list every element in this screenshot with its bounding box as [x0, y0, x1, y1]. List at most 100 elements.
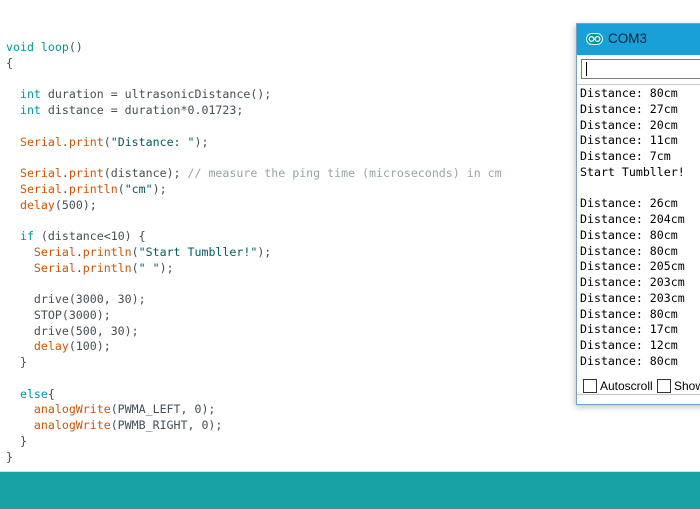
code-line: Serial.print("Distance: "); — [6, 135, 502, 151]
serial-monitor-footer: Autoscroll Show — [577, 374, 700, 402]
code-token: delay — [33, 339, 69, 354]
code-line: Serial.println("Start Tumbller!"); — [6, 245, 502, 261]
code-token: } — [6, 449, 13, 464]
code-token: ( — [103, 134, 111, 149]
status-bar — [0, 472, 700, 509]
code-token: ); — [194, 134, 209, 149]
serial-output-lines: Distance: 80cm Distance: 27cm Distance: 20… — [580, 86, 685, 370]
code-token: drive(500, 30); — [6, 323, 139, 338]
code-token: "Start Tumbller!" — [138, 244, 258, 259]
code-token: println — [68, 181, 118, 196]
code-line: analogWrite(PWMA_LEFT, 0); — [6, 402, 502, 418]
code-token: Serial — [33, 260, 76, 275]
code-token: " " — [138, 260, 160, 275]
code-token: ); — [152, 181, 167, 196]
code-token: ); — [257, 244, 272, 259]
code-token: drive(3000, 30); — [6, 292, 146, 306]
serial-monitor-titlebar[interactable]: COM3 — [577, 24, 700, 55]
serial-output-line: Distance: 26cm — [580, 196, 678, 211]
code-line: if (distance<10) { — [6, 229, 502, 245]
code-token: ( — [131, 260, 139, 275]
code-line: } — [6, 434, 502, 450]
code-token: (distance); — [103, 166, 188, 180]
code-token: (PWMA_LEFT, 0); — [110, 402, 216, 417]
serial-output-line: Distance: 203cm — [580, 290, 685, 305]
serial-output-line: Start Tumbller! — [580, 164, 685, 179]
serial-output-line: Distance: 80cm — [580, 306, 678, 321]
serial-output-line: Distance: 204cm — [580, 212, 685, 226]
code-lines: void loop(){ int duration = ultrasonicDi… — [6, 40, 502, 465]
code-token: (500); — [54, 197, 97, 212]
code-token: print — [68, 134, 104, 149]
send-input[interactable] — [581, 59, 700, 79]
window-title: COM3 — [608, 31, 648, 46]
code-line: void loop() — [6, 40, 502, 56]
show-timestamp-label: Show — [674, 379, 700, 393]
code-token: Serial — [19, 181, 62, 196]
arduino-icon — [586, 33, 603, 45]
serial-output-line: Distance: 27cm — [580, 101, 678, 116]
code-token: duration = ultrasonicDistance(); — [40, 87, 272, 102]
code-line: { — [6, 56, 502, 72]
code-token: delay — [19, 197, 55, 212]
code-token: ( — [117, 181, 125, 196]
serial-output-line: Distance: 80cm — [580, 86, 678, 100]
code-token: { — [6, 55, 13, 70]
code-line: Serial.println(" "); — [6, 261, 502, 277]
show-timestamp-checkbox[interactable] — [657, 379, 671, 393]
code-line: drive(500, 30); — [6, 324, 502, 340]
code-line: delay(100); — [6, 339, 502, 355]
code-token: } — [6, 433, 27, 448]
serial-output-line: Distance: 80cm — [580, 227, 678, 242]
code-token: ); — [159, 260, 174, 275]
code-token: . — [75, 260, 83, 275]
serial-output[interactable]: Distance: 80cm Distance: 27cm Distance: 20… — [577, 84, 700, 395]
code-token: (PWMB_RIGHT, 0); — [110, 418, 223, 432]
serial-output-line: Distance: 7cm — [580, 149, 671, 163]
code-token: . — [61, 134, 69, 149]
code-token: () — [68, 40, 83, 54]
code-token: { — [47, 386, 55, 401]
serial-output-line: Distance: 80cm — [580, 353, 678, 368]
serial-output-line — [580, 181, 685, 197]
code-line: delay(500); — [6, 198, 502, 214]
text-caret — [586, 62, 587, 76]
code-token: if — [19, 229, 34, 243]
serial-output-line: Distance: 20cm — [580, 117, 678, 132]
code-token: (distance<10) { — [33, 229, 146, 243]
code-line: else{ — [6, 387, 502, 403]
code-token: print — [68, 166, 104, 180]
serial-output-line: Distance: 17cm — [580, 322, 678, 337]
serial-monitor-window[interactable]: COM3 Distance: 80cm Distance: 27cm Distanc… — [576, 23, 700, 405]
code-token: STOP(3000); — [6, 307, 111, 322]
code-token: analogWrite — [33, 402, 111, 417]
autoscroll-label: Autoscroll — [600, 379, 653, 393]
code-line: } — [6, 355, 502, 371]
code-token: . — [61, 181, 69, 196]
autoscroll-checkbox[interactable] — [583, 379, 597, 393]
code-line: STOP(3000); — [6, 308, 502, 324]
code-token: . — [61, 166, 69, 180]
code-token: "Distance: " — [110, 134, 195, 149]
code-line: } — [6, 450, 502, 466]
serial-output-line: Distance: 11cm — [580, 133, 678, 148]
code-token: ( — [131, 244, 139, 259]
serial-output-line: Distance: 203cm — [580, 275, 685, 289]
code-token: "cm" — [124, 181, 153, 196]
code-token: Serial — [19, 134, 62, 149]
serial-output-line: Distance: 205cm — [580, 259, 685, 274]
